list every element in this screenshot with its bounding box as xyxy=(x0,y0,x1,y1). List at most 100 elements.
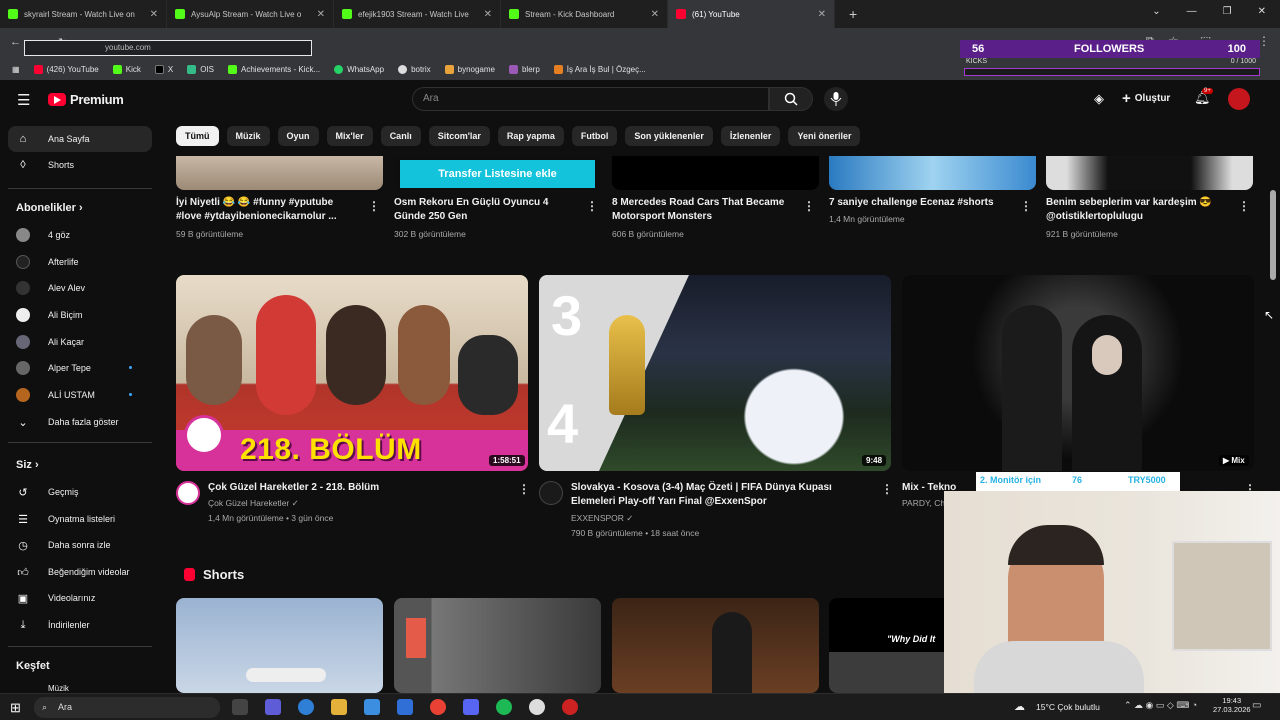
video-thumbnail[interactable] xyxy=(176,156,383,190)
video-thumbnail[interactable]: 3 4 xyxy=(539,275,891,471)
sidebar-item-subscription[interactable]: Afterlife xyxy=(8,249,152,275)
chip[interactable]: Yeni öneriler xyxy=(788,126,861,146)
more-options-icon[interactable]: ⋮ xyxy=(1238,199,1250,213)
tray-icons[interactable]: ⌃ ☁ ◉ ▭ ◇ ⌨ ◔ xyxy=(1124,700,1197,711)
chip[interactable]: Tümü xyxy=(176,126,219,146)
chrome-icon[interactable] xyxy=(430,699,446,715)
video-title[interactable]: Çok Güzel Hareketler 2 - 218. Bölüm xyxy=(208,481,508,495)
chip[interactable]: Rap yapma xyxy=(497,126,564,146)
sidebar-item-subscription[interactable]: ALİ USTAM xyxy=(8,382,152,408)
minimize-button[interactable]: — xyxy=(1187,6,1197,17)
chip[interactable]: İzlenenler xyxy=(720,126,781,146)
close-tab-icon[interactable]: ✕ xyxy=(818,9,826,20)
sidebar-item-subscription[interactable]: Alper Tepe xyxy=(8,355,152,381)
obs-icon[interactable] xyxy=(529,699,545,715)
apps-icon[interactable]: ▦ xyxy=(12,65,20,74)
show-more-button[interactable]: ⌄ Daha fazla göster xyxy=(8,409,152,435)
sidebar-item-home[interactable]: ⌂ Ana Sayfa xyxy=(8,126,152,152)
chip[interactable]: Son yüklenenler xyxy=(625,126,713,146)
browser-tab[interactable]: efejik1903 Stream - Watch Live ✕ xyxy=(334,0,501,28)
sidebar-item-downloads[interactable]: ⤓ İndirilenler xyxy=(8,612,152,638)
new-tab-button[interactable]: + xyxy=(849,6,857,22)
short-thumbnail[interactable] xyxy=(612,598,819,693)
sidebar-item-your-videos[interactable]: ▣ Videolarınız xyxy=(8,585,152,611)
close-tab-icon[interactable]: ✕ xyxy=(651,9,659,20)
channel-name[interactable]: Çok Güzel Hareketler ✓ xyxy=(208,496,299,510)
bookmark[interactable]: İş Ara İş Bul | Özgeç... xyxy=(553,64,646,74)
scrollbar-thumb[interactable] xyxy=(1270,190,1276,280)
video-title[interactable]: Slovakya - Kosova (3-4) Maç Özeti | FIFA… xyxy=(571,481,871,509)
short-thumbnail[interactable] xyxy=(394,598,601,693)
cast-icon[interactable]: ◈ xyxy=(1094,91,1104,107)
bookmark[interactable]: botrix xyxy=(398,64,431,74)
video-title[interactable]: Osm Rekoru En Güçlü Oyuncu 4 Günde 250 Ge… xyxy=(394,196,579,224)
weather-text[interactable]: 15°C Çok bulutlu xyxy=(1036,702,1100,712)
hamburger-menu-icon[interactable]: ☰ xyxy=(17,91,30,109)
more-options-icon[interactable]: ⋮ xyxy=(1020,199,1032,213)
file-explorer-icon[interactable] xyxy=(331,699,347,715)
subscriptions-heading[interactable]: Abonelikler › xyxy=(16,202,83,214)
video-title[interactable]: Benim sebeplerim var kardeşim 😎 @otistikl… xyxy=(1046,196,1231,224)
chip[interactable]: Mix'ler xyxy=(326,126,373,146)
copilot-icon[interactable] xyxy=(265,699,281,715)
more-options-icon[interactable]: ⋮ xyxy=(881,482,893,496)
bookmark[interactable]: OIS xyxy=(187,64,214,74)
channel-avatar[interactable] xyxy=(539,481,563,505)
bookmark[interactable]: X xyxy=(154,64,173,74)
close-window-button[interactable]: ✕ xyxy=(1258,6,1266,17)
url-input[interactable]: youtube.com xyxy=(24,40,312,56)
browser-tab[interactable]: skyrairl Stream - Watch Live on ✕ xyxy=(0,0,167,28)
close-tab-icon[interactable]: ✕ xyxy=(317,9,325,20)
task-view-icon[interactable] xyxy=(232,699,248,715)
chip[interactable]: Müzik xyxy=(226,126,270,146)
sidebar-item-subscription[interactable]: Ali Kaçar xyxy=(8,329,152,355)
more-options-icon[interactable]: ⋮ xyxy=(586,199,598,213)
sidebar-item-watch-later[interactable]: ◷ Daha sonra izle xyxy=(8,532,152,558)
back-icon[interactable]: ← xyxy=(10,36,21,48)
voice-search-button[interactable] xyxy=(824,87,848,111)
close-tab-icon[interactable]: ✕ xyxy=(150,9,158,20)
sidebar-item-subscription[interactable]: Ali Biçim xyxy=(8,302,152,328)
windows-start-icon[interactable]: ⊞ xyxy=(10,700,21,716)
video-title[interactable]: 7 saniye challenge Ecenaz #shorts xyxy=(829,196,1014,210)
close-tab-icon[interactable]: ✕ xyxy=(484,9,492,20)
video-thumbnail[interactable] xyxy=(902,275,1254,471)
more-options-icon[interactable]: ⋮ xyxy=(803,199,815,213)
more-options-icon[interactable]: ⋮ xyxy=(518,482,530,496)
chip[interactable]: Sitcom'lar xyxy=(428,126,490,146)
sidebar-item-subscription[interactable]: 4 göz xyxy=(8,222,152,248)
search-button[interactable] xyxy=(769,87,813,111)
video-thumbnail[interactable] xyxy=(1046,156,1253,190)
channel-name[interactable]: EXXENSPOR ✓ xyxy=(571,511,633,525)
video-thumbnail[interactable] xyxy=(612,156,819,190)
search-input[interactable]: Ara xyxy=(412,87,769,111)
chip[interactable]: Canlı xyxy=(380,126,421,146)
outlook-icon[interactable] xyxy=(397,699,413,715)
discord-icon[interactable] xyxy=(463,699,479,715)
video-thumbnail[interactable]: 218. BÖLÜM xyxy=(176,275,528,471)
notification-center-icon[interactable]: ▭ xyxy=(1252,700,1261,711)
sidebar-item-playlists[interactable]: ☰ Oynatma listeleri xyxy=(8,506,152,532)
bookmark[interactable]: Kick xyxy=(112,64,141,74)
sidebar-item-history[interactable]: ↺ Geçmiş xyxy=(8,479,152,505)
short-thumbnail[interactable] xyxy=(176,598,383,693)
youtube-logo[interactable]: Premium xyxy=(48,92,124,107)
create-button[interactable]: + Oluştur xyxy=(1122,90,1170,107)
chevron-down-icon[interactable]: ⌄ xyxy=(1152,6,1160,17)
browser-tab[interactable]: Stream - Kick Dashboard ✕ xyxy=(501,0,668,28)
store-icon[interactable] xyxy=(364,699,380,715)
channel-name[interactable]: PARDY, Ch xyxy=(902,496,945,510)
bookmark[interactable]: (426) YouTube xyxy=(33,64,99,74)
video-title[interactable]: 8 Mercedes Road Cars That Became Motorspo… xyxy=(612,196,797,224)
chip[interactable]: Futbol xyxy=(571,126,618,146)
you-heading[interactable]: Siz › xyxy=(16,459,39,471)
avatar[interactable] xyxy=(1228,88,1250,110)
chip[interactable]: Oyun xyxy=(277,126,319,146)
spotify-icon[interactable] xyxy=(496,699,512,715)
bookmark[interactable]: Achievements - Kick... xyxy=(228,64,320,74)
clock[interactable]: 19:43 27.03.2026 xyxy=(1213,696,1251,714)
bookmark[interactable]: bynogame xyxy=(444,64,495,74)
maximize-button[interactable]: ❐ xyxy=(1223,6,1232,17)
sidebar-item-shorts[interactable]: ◊ Shorts xyxy=(8,152,152,178)
edge-icon[interactable] xyxy=(298,699,314,715)
